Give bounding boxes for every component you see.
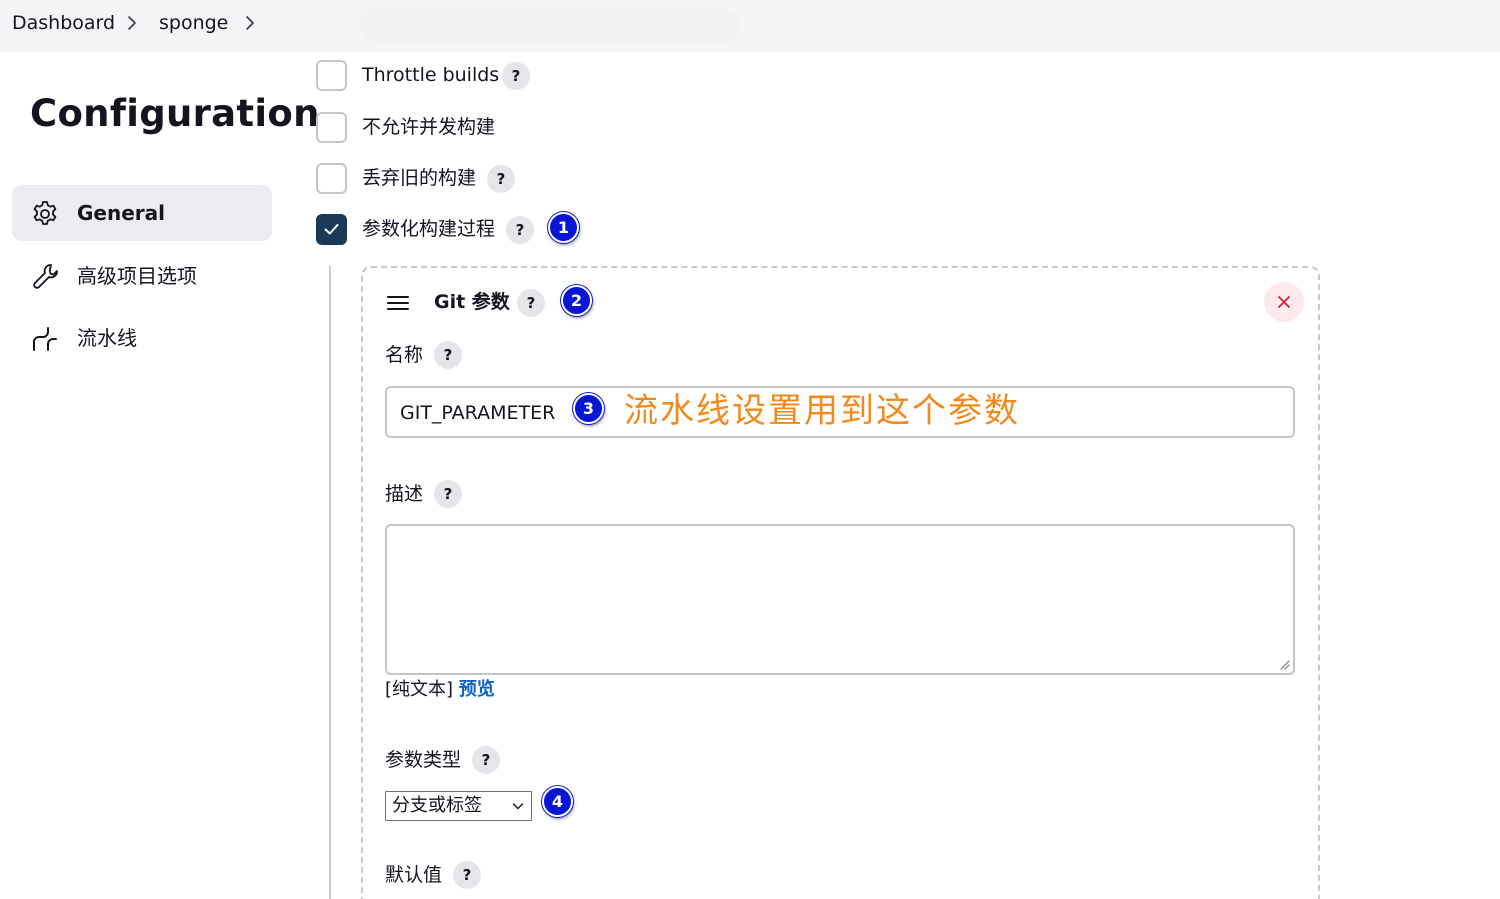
delete-parameter-button[interactable]: [1264, 282, 1304, 322]
help-icon[interactable]: ?: [434, 341, 462, 369]
drag-handle-icon[interactable]: [386, 294, 410, 312]
help-icon[interactable]: ?: [517, 289, 545, 317]
sidebar-item-general[interactable]: General: [12, 185, 272, 241]
annotation-badge-1: 1: [548, 212, 579, 243]
plain-text-label: [纯文本]: [385, 679, 454, 700]
help-icon[interactable]: ?: [487, 165, 515, 193]
throttle-builds-checkbox[interactable]: [316, 60, 347, 91]
section-guide-line: [329, 266, 331, 899]
chevron-right-icon: [123, 14, 141, 32]
preview-link[interactable]: 预览: [459, 679, 495, 700]
chevron-right-icon[interactable]: [241, 14, 259, 32]
option-label: 不允许并发构建: [362, 116, 496, 138]
sidebar-item-label: 高级项目选项: [77, 264, 197, 288]
help-icon[interactable]: ?: [472, 746, 500, 774]
help-icon[interactable]: ?: [502, 62, 530, 90]
close-icon: [1278, 296, 1290, 308]
checkmark-icon: [324, 224, 339, 235]
sidebar-item-pipeline[interactable]: 流水线: [12, 310, 272, 366]
description-label: 描述: [385, 483, 424, 505]
sidebar-item-label: 流水线: [77, 326, 137, 350]
help-icon[interactable]: ?: [453, 861, 481, 889]
description-textarea[interactable]: [385, 524, 1295, 675]
sidebar-item-advanced[interactable]: 高级项目选项: [12, 248, 272, 304]
name-label: 名称: [385, 344, 424, 366]
option-label: Throttle builds: [362, 64, 500, 86]
parameter-title: Git 参数: [434, 291, 510, 313]
help-icon[interactable]: ?: [434, 480, 462, 508]
resize-grip-icon[interactable]: [1278, 658, 1290, 670]
param-type-select[interactable]: 分支或标签: [385, 791, 532, 821]
format-switch: [纯文本] 预览: [385, 677, 495, 703]
param-type-value: 分支或标签: [392, 795, 482, 816]
gear-icon: [30, 199, 60, 229]
sidebar-item-label: General: [77, 201, 165, 225]
discard-old-builds-checkbox[interactable]: [316, 163, 347, 194]
pipeline-icon: [30, 324, 60, 354]
option-label: 参数化构建过程: [362, 218, 496, 240]
default-value-label: 默认值: [385, 864, 443, 886]
breadcrumb-dashboard[interactable]: Dashboard: [12, 10, 115, 36]
wrench-icon: [30, 262, 60, 292]
param-type-label: 参数类型: [385, 749, 462, 771]
annotation-badge-4: 4: [542, 786, 573, 817]
disable-concurrent-checkbox[interactable]: [316, 112, 347, 143]
breadcrumb-bar: Dashboard sponge: [0, 0, 1500, 52]
breadcrumb-sponge[interactable]: sponge: [159, 10, 228, 36]
chevron-down-icon: [512, 803, 524, 810]
name-input-value: GIT_PARAMETER: [400, 402, 556, 424]
blurred-search-area: [360, 8, 740, 42]
annotation-badge-2: 2: [561, 285, 592, 316]
annotation-badge-3: 3: [573, 393, 604, 424]
option-label: 丢弃旧的构建: [362, 167, 477, 189]
help-icon[interactable]: ?: [506, 216, 534, 244]
annotation-text: 流水线设置用到这个参数: [624, 391, 1020, 431]
page-title: Configuration: [30, 92, 320, 135]
parameterized-checkbox[interactable]: [316, 214, 347, 245]
